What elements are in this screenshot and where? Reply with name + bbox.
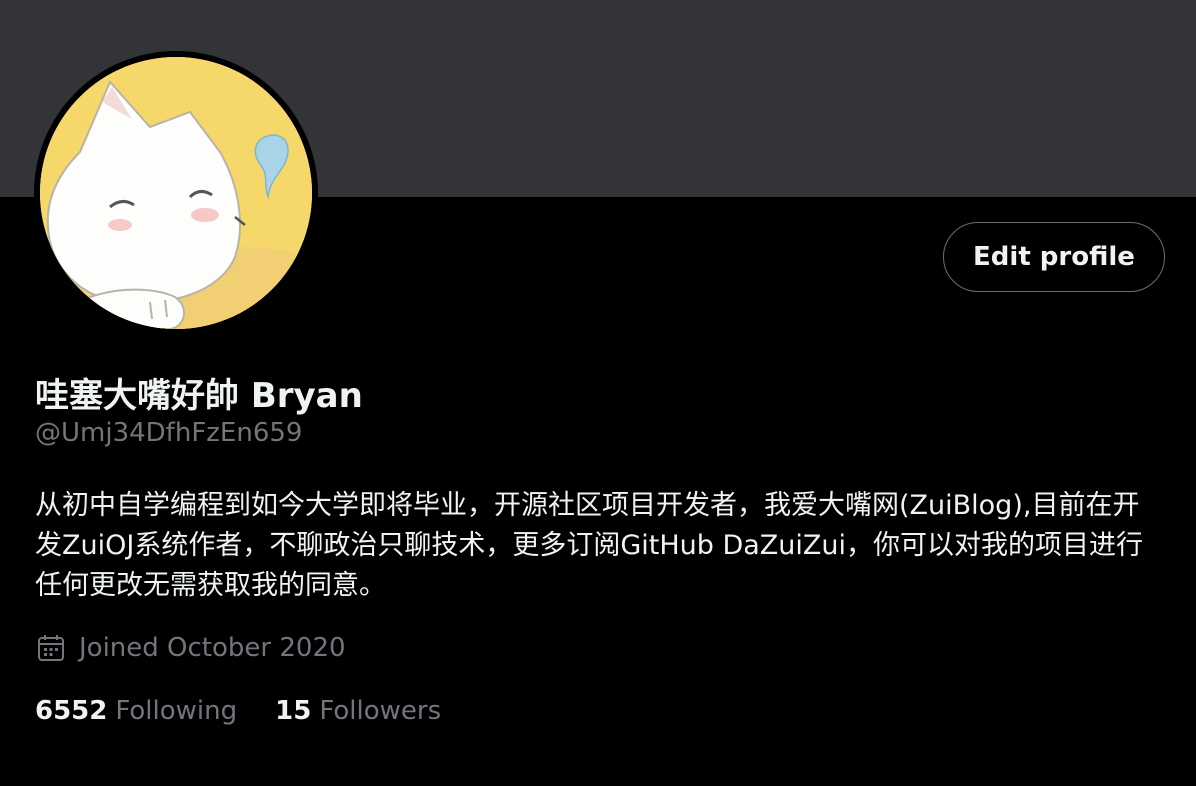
followers-count: 15: [275, 696, 312, 726]
joined-date-text: Joined October 2020: [79, 633, 346, 663]
edit-profile-button[interactable]: Edit profile: [943, 222, 1165, 292]
avatar-cat-image: [40, 57, 312, 329]
following-link[interactable]: 6552 Following: [35, 696, 237, 726]
following-label: Following: [115, 696, 238, 726]
following-count: 6552: [35, 696, 108, 726]
avatar-ring: [34, 51, 318, 335]
profile-page: Edit profile 哇塞大嘴好帥 Bryan @Umj34DfhFzEn6…: [0, 0, 1196, 786]
followers-link[interactable]: 15 Followers: [275, 696, 441, 726]
profile-bio: 从初中自学编程到如今大学即将毕业，开源社区项目开发者，我爱大嘴网(ZuiBlog…: [35, 490, 1144, 601]
calendar-icon: [35, 632, 67, 664]
profile-handle: @Umj34DfhFzEn659: [35, 418, 303, 448]
profile-display-name: 哇塞大嘴好帥 Bryan: [35, 376, 363, 416]
avatar[interactable]: [40, 57, 312, 329]
followers-label: Followers: [319, 696, 442, 726]
profile-stats: 6552 Following 15 Followers: [35, 696, 441, 726]
joined-date: Joined October 2020: [35, 632, 346, 664]
